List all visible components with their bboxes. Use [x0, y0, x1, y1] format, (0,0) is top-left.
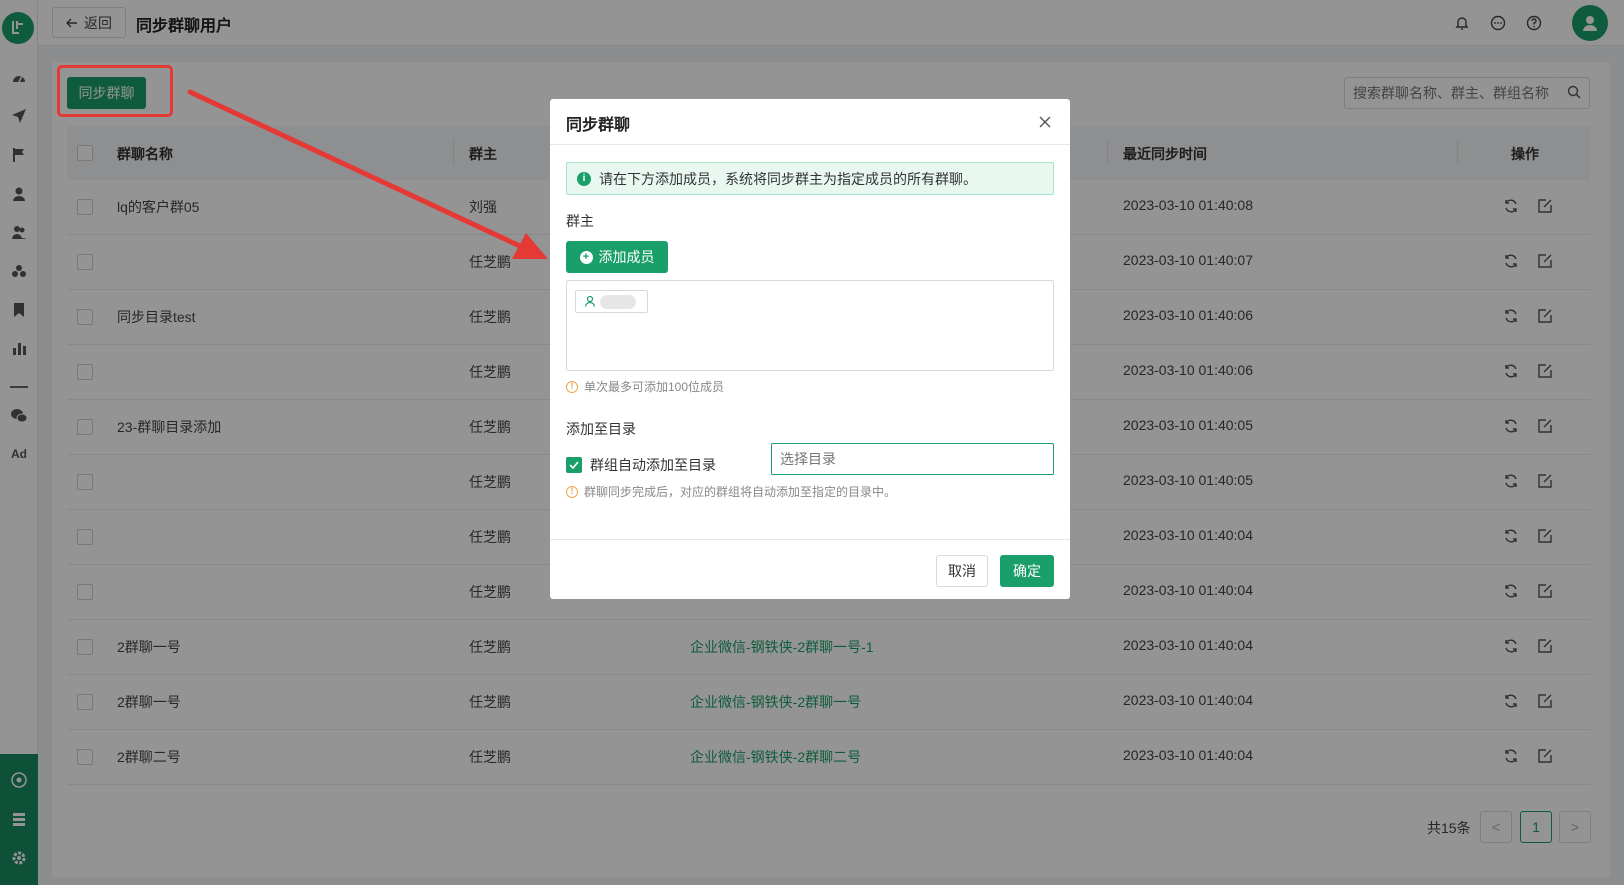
- warning-icon: !: [566, 380, 578, 393]
- directory-select[interactable]: [771, 443, 1054, 475]
- info-alert: i 请在下方添加成员，系统将同步群主为指定成员的所有群聊。: [566, 162, 1054, 195]
- cancel-button[interactable]: 取消: [936, 555, 988, 587]
- member-limit-hint: ! 单次最多可添加100位成员: [566, 378, 724, 395]
- user-outline-icon: [584, 294, 596, 310]
- add-member-label: 添加成员: [598, 249, 655, 265]
- info-icon: i: [577, 171, 591, 186]
- member-name-redacted: [600, 294, 636, 309]
- member-list-box[interactable]: [566, 280, 1054, 371]
- auto-add-label: 群组自动添加至目录: [590, 457, 716, 473]
- directory-hint-text: 群聊同步完成后，对应的群组将自动添加至指定的目录中。: [584, 485, 897, 499]
- info-text: 请在下方添加成员，系统将同步群主为指定成员的所有群聊。: [599, 170, 977, 187]
- sync-modal: 同步群聊 i 请在下方添加成员，系统将同步群主为指定成员的所有群聊。 群主 + …: [550, 99, 1070, 599]
- close-icon[interactable]: [1036, 113, 1054, 131]
- add-member-button[interactable]: + 添加成员: [566, 241, 668, 273]
- auto-add-row: 群组自动添加至目录: [566, 455, 716, 475]
- annotation-highlight-box: [57, 65, 173, 117]
- auto-add-checkbox[interactable]: [566, 457, 582, 473]
- directory-label: 添加至目录: [566, 421, 636, 437]
- owner-label: 群主: [566, 213, 594, 229]
- modal-header-divider: [550, 144, 1070, 145]
- directory-hint: ! 群聊同步完成后，对应的群组将自动添加至指定的目录中。: [566, 483, 896, 500]
- confirm-button[interactable]: 确定: [1000, 555, 1054, 587]
- plus-circle-icon: +: [579, 250, 593, 264]
- warning-icon: !: [566, 485, 578, 498]
- modal-title: 同步群聊: [566, 117, 631, 134]
- member-hint-text: 单次最多可添加100位成员: [584, 380, 725, 394]
- modal-footer-divider: [550, 539, 1070, 540]
- member-chip[interactable]: [575, 290, 648, 313]
